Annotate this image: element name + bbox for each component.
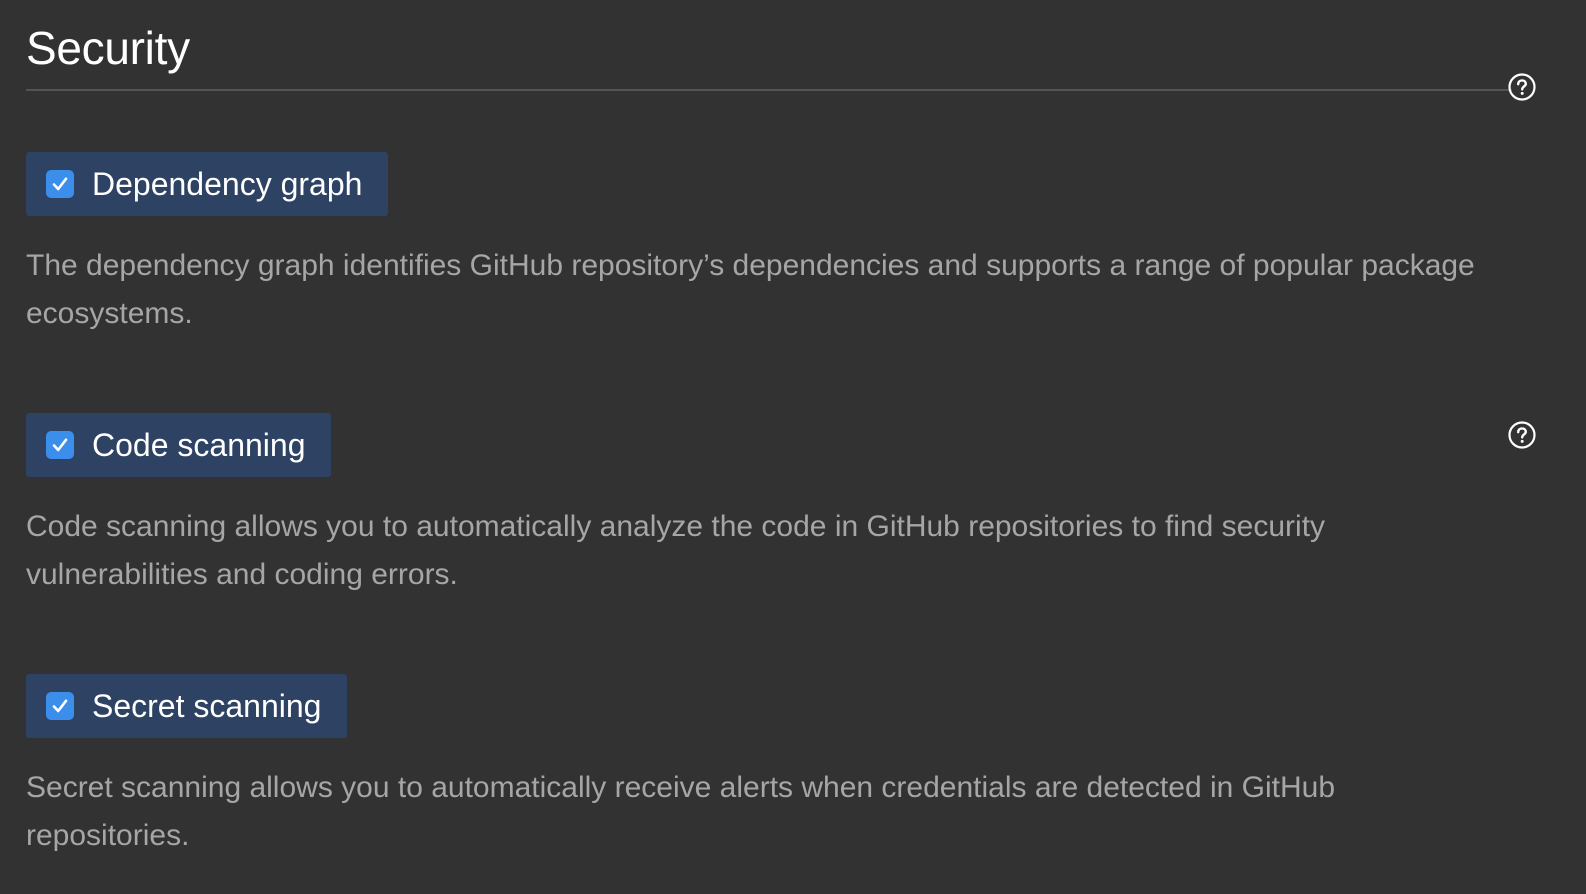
secret-scanning-toggle[interactable]: Secret scanning: [26, 674, 348, 738]
checkmark-icon: [52, 177, 68, 191]
secret-scanning-label: Secret scanning: [92, 688, 322, 724]
feature-code-scanning: Code scanning Code scanning allows you t…: [26, 413, 1506, 599]
dependency-graph-description: The dependency graph identifies GitHub r…: [26, 249, 1475, 330]
code-scanning-checkbox[interactable]: [46, 431, 74, 459]
help-icon[interactable]: [1507, 72, 1537, 102]
section-divider: [26, 89, 1512, 91]
feature-secret-scanning: Secret scanning Secret scanning allows y…: [26, 674, 1506, 860]
code-scanning-help-icon[interactable]: [1507, 420, 1537, 450]
secret-scanning-description: Secret scanning allows you to automatica…: [26, 771, 1336, 852]
dependency-graph-label: Dependency graph: [92, 166, 363, 202]
dependency-graph-checkbox[interactable]: [46, 170, 74, 198]
code-scanning-description: Code scanning allows you to automaticall…: [26, 510, 1326, 591]
feature-dependency-graph: Dependency graph The dependency graph id…: [26, 152, 1506, 338]
code-scanning-toggle[interactable]: Code scanning: [26, 413, 332, 477]
code-scanning-label: Code scanning: [92, 427, 306, 463]
checkmark-icon: [52, 699, 68, 713]
secret-scanning-checkbox[interactable]: [46, 692, 74, 720]
section-title: Security: [26, 22, 190, 74]
checkmark-icon: [52, 438, 68, 452]
dependency-graph-toggle[interactable]: Dependency graph: [26, 152, 389, 216]
